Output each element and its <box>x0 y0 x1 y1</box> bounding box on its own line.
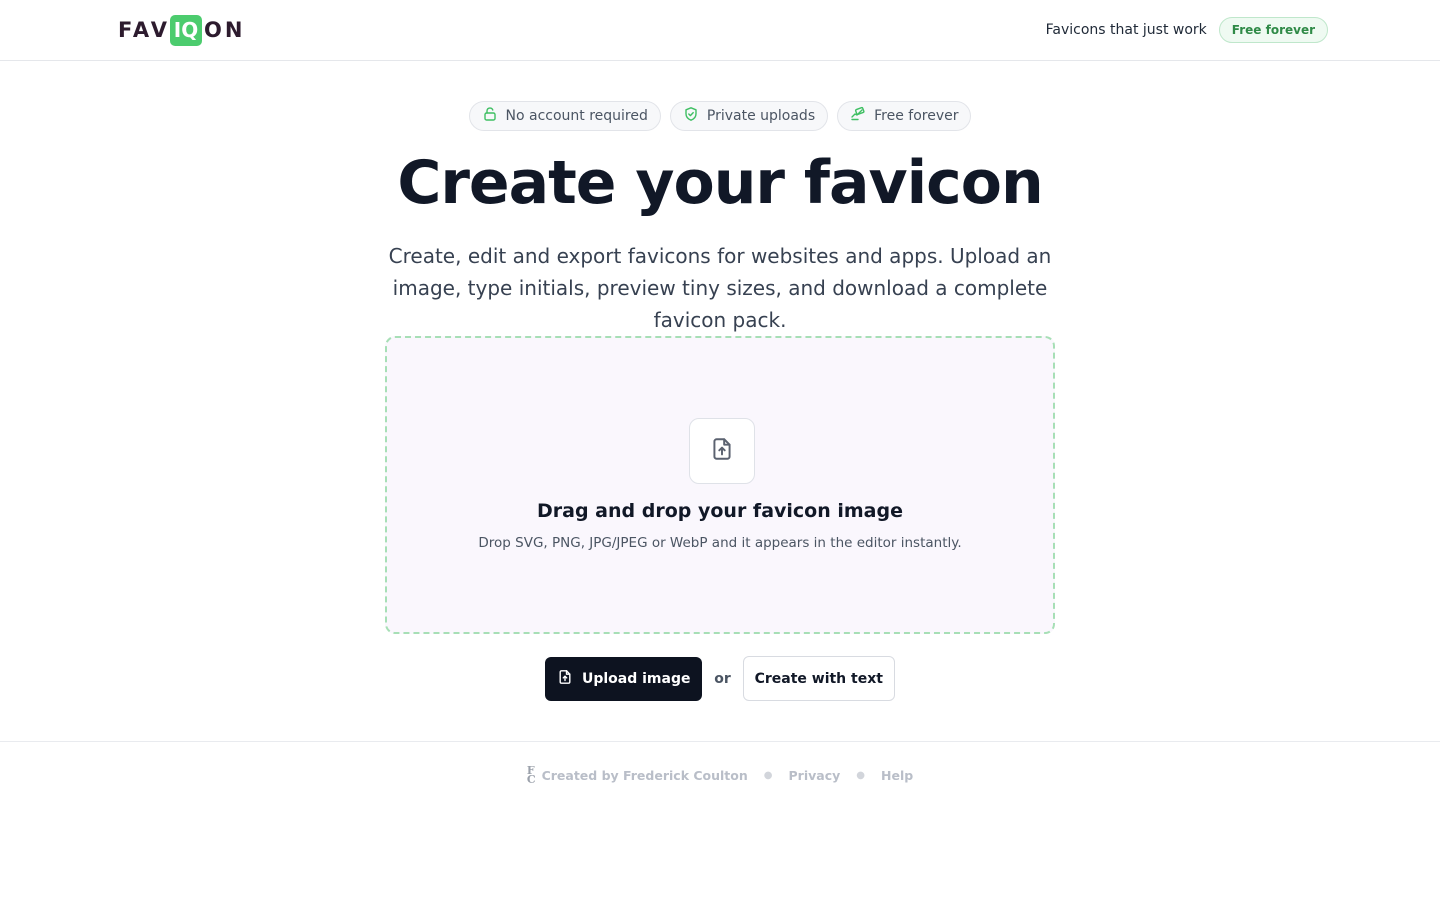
page-subtitle: Create, edit and export favicons for web… <box>388 244 1052 332</box>
action-buttons: Upload image or Create with text <box>0 656 1440 701</box>
dropzone-subtitle: Drop SVG, PNG, JPG/JPEG or WebP and it a… <box>478 535 962 551</box>
upload-icon-box <box>689 418 755 484</box>
badge-label: Free forever <box>874 108 959 124</box>
logo-text-start: FAV <box>118 18 171 42</box>
upload-image-button[interactable]: Upload image <box>545 656 703 701</box>
creator-logo-icon: F C <box>526 765 536 786</box>
creator-mark-bottom: C <box>526 773 536 786</box>
image-dropzone[interactable]: Drag and drop your favicon image Drop SV… <box>385 336 1055 634</box>
tagline: Favicons that just work <box>1045 22 1207 38</box>
site-header: FAV IQ ON Favicons that just work Free f… <box>0 0 1440 61</box>
page-title: Create your favicon <box>397 148 1043 218</box>
file-upload-icon <box>709 436 735 466</box>
logo-text-end: ON <box>204 18 246 42</box>
footer-separator-dot: ● <box>856 769 866 781</box>
upload-image-label: Upload image <box>581 670 691 687</box>
badge-label: Private uploads <box>706 108 816 124</box>
footer-separator-dot: ● <box>763 769 773 781</box>
creator-text: Created by Frederick Coulton <box>541 767 748 783</box>
site-footer: F C Created by Frederick Coulton ● Priva… <box>0 741 1440 811</box>
badge-private-uploads: Private uploads <box>669 101 829 131</box>
creator-credit[interactable]: F C Created by Frederick Coulton <box>526 765 748 786</box>
feature-badges: No account required Private uploads Free… <box>0 101 1440 131</box>
or-separator: or <box>714 670 731 687</box>
privacy-link[interactable]: Privacy <box>789 768 841 783</box>
lock-open-icon <box>482 106 498 126</box>
logo-text-highlight: IQ <box>170 14 203 46</box>
money-hand-icon <box>850 106 866 126</box>
create-with-text-button[interactable]: Create with text <box>742 656 895 701</box>
free-forever-pill: Free forever <box>1218 17 1328 43</box>
file-upload-icon <box>557 669 573 689</box>
footer-links: F C Created by Frederick Coulton ● Priva… <box>0 765 1440 786</box>
help-link[interactable]: Help <box>881 768 913 783</box>
header-right: Favicons that just work Free forever <box>1046 17 1328 43</box>
badge-label: No account required <box>505 108 648 124</box>
badge-no-account: No account required <box>468 101 661 131</box>
dropzone-title: Drag and drop your favicon image <box>537 500 903 522</box>
badge-free-forever: Free forever <box>837 101 972 131</box>
shield-check-icon <box>683 106 699 126</box>
logo[interactable]: FAV IQ ON <box>118 14 245 46</box>
